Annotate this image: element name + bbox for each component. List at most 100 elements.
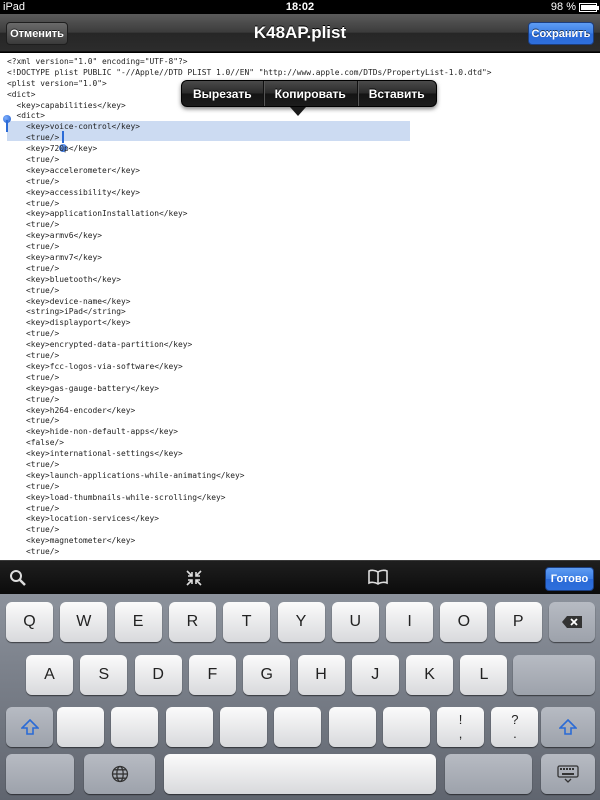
code-line: <key>voice-control</key> — [7, 122, 141, 132]
code-line: <true/> — [7, 372, 60, 382]
code-line: <true/> — [7, 285, 60, 295]
key-glyph: . — [513, 726, 517, 741]
save-button[interactable]: Сохранить — [528, 22, 594, 45]
code-line: <true/> — [7, 198, 60, 208]
code-line: <true/> — [7, 263, 60, 273]
key-h[interactable]: H — [297, 655, 345, 695]
code-text[interactable]: <?xml version="1.0" encoding="UTF-8"?> <!… — [7, 57, 492, 558]
code-line: <true/> — [7, 503, 60, 513]
keyboard-toolbar: Готово — [0, 560, 600, 594]
key-x[interactable] — [111, 707, 159, 747]
key-u[interactable]: U — [331, 602, 379, 642]
return-key[interactable] — [513, 655, 595, 695]
key-e[interactable]: E — [114, 602, 162, 642]
key-s[interactable]: S — [80, 655, 128, 695]
key-i[interactable]: I — [386, 602, 434, 642]
key-question-period[interactable]: ?. — [491, 707, 539, 747]
key-g[interactable]: G — [243, 655, 291, 695]
search-icon[interactable] — [9, 569, 29, 587]
paste-menu-item[interactable]: Вставить — [358, 81, 436, 106]
shift-icon — [20, 719, 39, 735]
key-f[interactable]: F — [188, 655, 236, 695]
battery-icon — [579, 2, 599, 12]
backspace-icon — [562, 616, 582, 628]
code-line: <key>load-thumbnails-while-scrolling</ke… — [7, 492, 226, 502]
code-line: <true/> — [7, 351, 60, 361]
text-editor[interactable]: <?xml version="1.0" encoding="UTF-8"?> <!… — [0, 53, 600, 560]
code-line: <key>armv7</key> — [7, 253, 103, 263]
book-icon[interactable] — [367, 569, 388, 587]
key-a[interactable]: A — [26, 655, 73, 695]
code-line: <key>armv6</key> — [7, 231, 103, 241]
code-line: <true/> — [7, 416, 60, 426]
edit-menu: Вырезать Копировать Вставить — [181, 80, 437, 107]
battery-fill — [581, 4, 597, 10]
shift-key-right[interactable] — [541, 707, 595, 747]
code-line: <key>h264-encoder</key> — [7, 405, 136, 415]
key-glyph: , — [458, 726, 463, 741]
globe-icon — [111, 765, 128, 783]
key-p[interactable]: P — [494, 602, 542, 642]
key-b[interactable] — [274, 707, 322, 747]
key-v[interactable] — [219, 707, 267, 747]
key-m[interactable] — [382, 707, 430, 747]
code-line: <true/> — [7, 133, 60, 143]
code-line: <true/> — [7, 242, 60, 252]
key-exclamation-comma[interactable]: !, — [437, 707, 485, 747]
key-k[interactable]: K — [406, 655, 454, 695]
key-glyph: ! — [458, 712, 463, 727]
key-n[interactable] — [328, 707, 376, 747]
code-line: <key>accessibility</key> — [7, 187, 141, 197]
key-q[interactable]: Q — [6, 602, 53, 642]
key-glyph: ? — [511, 712, 519, 727]
code-line: <key>applicationInstallation</key> — [7, 209, 188, 219]
code-line: <true/> — [7, 547, 60, 557]
numbers-key-left[interactable] — [6, 754, 74, 794]
done-button[interactable]: Готово — [545, 567, 594, 591]
battery-percent: 98 % — [550, 1, 576, 13]
status-bar: iPad 18:02 98 % — [0, 0, 600, 14]
key-z[interactable] — [57, 707, 104, 747]
battery-indicator: 98 % — [550, 1, 599, 13]
keyboard-hide-icon — [557, 765, 579, 783]
code-line: <key>fcc-logos-via-software</key> — [7, 361, 183, 371]
code-line: <key>bluetooth</key> — [7, 274, 122, 284]
keyboard-hide-key[interactable] — [541, 754, 595, 794]
on-screen-keyboard: Q W E R T Y U I O P A S D F G H J K L!,?. — [0, 594, 600, 800]
code-line: <?xml version="1.0" encoding="UTF-8"?> — [7, 57, 188, 66]
globe-key[interactable] — [84, 754, 155, 794]
key-t[interactable]: T — [223, 602, 271, 642]
code-line: <true/> — [7, 220, 60, 230]
navigation-bar: Отменить K48AP.plist Сохранить — [0, 14, 600, 52]
key-d[interactable]: D — [134, 655, 182, 695]
code-line: <key>720p</key> — [7, 144, 98, 154]
key-r[interactable]: R — [168, 602, 216, 642]
code-line: <true/> — [7, 176, 60, 186]
code-line: <dict> — [7, 111, 46, 121]
numbers-key-right[interactable] — [445, 754, 532, 794]
code-line: <key>hide-non-default-apps</key> — [7, 427, 179, 437]
code-line: <!DOCTYPE plist PUBLIC "-//Apple//DTD PL… — [7, 67, 492, 77]
space-bar[interactable] — [164, 754, 436, 794]
key-o[interactable]: O — [440, 602, 488, 642]
code-line: <key>device-name</key> — [7, 296, 131, 306]
key-j[interactable]: J — [351, 655, 399, 695]
code-line: <true/> — [7, 525, 60, 535]
copy-menu-item[interactable]: Копировать — [264, 81, 358, 106]
code-line: <key>encrypted-data-partition</key> — [7, 340, 193, 350]
code-line: <string>iPad</string> — [7, 307, 126, 317]
cut-menu-item[interactable]: Вырезать — [182, 81, 264, 106]
collapse-icon[interactable] — [185, 569, 205, 587]
code-line: <true/> — [7, 394, 60, 404]
key-l[interactable]: L — [460, 655, 508, 695]
key-w[interactable]: W — [60, 602, 108, 642]
key-y[interactable]: Y — [277, 602, 325, 642]
shift-key-left[interactable] — [6, 707, 53, 747]
code-line: <true/> — [7, 481, 60, 491]
code-line: <key>magnetometer</key> — [7, 536, 136, 546]
code-line: <key>displayport</key> — [7, 318, 131, 328]
file-title: K48AP.plist — [253, 23, 347, 42]
backspace-key[interactable] — [549, 602, 595, 642]
key-c[interactable] — [165, 707, 213, 747]
code-line: <key>accelerometer</key> — [7, 165, 141, 175]
